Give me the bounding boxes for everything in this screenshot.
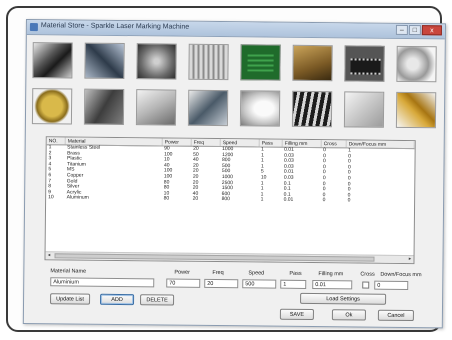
edit-field-labels: Material Name Power Freq Speed Pass Fill… <box>44 268 434 278</box>
label-material-name: Material Name <box>50 268 87 275</box>
label-freq: Freq <box>212 269 224 277</box>
gold-tag-photo[interactable] <box>31 88 73 125</box>
label-power: Power <box>174 269 190 276</box>
steel-plate-photo[interactable] <box>84 42 125 80</box>
minimize-button[interactable]: – <box>395 24 408 35</box>
material-thumbnails <box>31 42 437 138</box>
material-table[interactable]: NO. Material Power Freq Speed Pass Filli… <box>44 136 416 265</box>
ic-chip-photo[interactable] <box>344 45 385 82</box>
save-button[interactable]: SAVE <box>279 308 314 321</box>
freq-input[interactable]: 20 <box>204 278 239 289</box>
cell-material: Aluminum <box>66 194 89 202</box>
cell-cross: 0 <box>322 197 326 204</box>
title-bar: Material Store - Sparkle Laser Marking M… <box>26 20 445 40</box>
scroll-left-arrow-icon[interactable]: ◂ <box>45 252 52 259</box>
ok-button[interactable]: Ok <box>331 309 366 321</box>
steel-rod-photo[interactable] <box>32 42 73 79</box>
brass-part-photo[interactable] <box>136 43 177 80</box>
label-speed: Speed <box>248 270 265 277</box>
update-list-button[interactable]: Update List <box>50 293 91 305</box>
tool-photo[interactable] <box>135 89 177 126</box>
app-icon <box>29 23 38 32</box>
knife-photo[interactable] <box>83 88 125 126</box>
thumbnail-row-1 <box>32 42 437 83</box>
material-grid: NO. Material Power Freq Speed Pass Filli… <box>46 137 415 205</box>
material-name-input[interactable]: Aluminium <box>50 277 155 288</box>
metal-sheet-photo[interactable] <box>188 43 229 81</box>
label-filling: Filling mm <box>318 271 344 278</box>
power-input[interactable]: 70 <box>166 278 201 288</box>
close-button[interactable]: x <box>421 25 442 36</box>
horizontal-scrollbar[interactable]: ◂ ▸ <box>45 251 414 264</box>
circuit-board-photo[interactable] <box>240 44 281 81</box>
pass-input[interactable]: 1 <box>280 279 307 289</box>
scrollbar-thumb[interactable] <box>54 253 375 262</box>
cross-checkbox[interactable] <box>362 281 370 289</box>
led-bulb-photo[interactable] <box>239 90 281 127</box>
cell-freq: 20 <box>192 196 199 203</box>
speed-input[interactable]: 500 <box>242 279 277 289</box>
maximize-button[interactable]: □ <box>408 25 421 36</box>
label-cross: Cross <box>360 271 375 278</box>
material-store-dialog: Material Store - Sparkle Laser Marking M… <box>22 19 446 329</box>
load-settings-button[interactable]: Load Settings <box>300 292 387 305</box>
keychain-photo[interactable] <box>396 45 437 83</box>
cell-pass: 1 <box>260 196 264 203</box>
gold-hinge-photo[interactable] <box>395 91 437 129</box>
thumbnail-row-2 <box>31 88 437 129</box>
cell-speed: 800 <box>221 196 230 203</box>
window-controls: – □ x <box>395 24 442 36</box>
label-down-focus: Down/Focus mm <box>380 271 422 279</box>
switch-plate-photo[interactable] <box>343 91 385 128</box>
cell-power: 80 <box>163 195 170 202</box>
pen-photo[interactable] <box>187 89 229 127</box>
delete-button[interactable]: DELETE <box>140 294 175 306</box>
cancel-button[interactable]: Cancel <box>377 309 414 322</box>
edit-fields: Aluminium 70 20 500 1 0.01 0 <box>44 277 434 291</box>
down-focus-input[interactable]: 0 <box>374 280 409 291</box>
cell-down-focus: 0 <box>347 197 351 204</box>
cell-no: 10 <box>48 194 54 201</box>
keyboard-photo[interactable] <box>291 90 333 128</box>
add-button[interactable]: ADD <box>100 293 135 306</box>
cell-filling: 0.01 <box>283 197 294 204</box>
scroll-right-arrow-icon[interactable]: ▸ <box>406 256 413 263</box>
filling-input[interactable]: 0.01 <box>312 280 353 290</box>
label-pass: Pass <box>289 270 302 277</box>
brass-fitting-photo[interactable] <box>292 44 333 82</box>
window-title: Material Store - Sparkle Laser Marking M… <box>40 22 190 31</box>
